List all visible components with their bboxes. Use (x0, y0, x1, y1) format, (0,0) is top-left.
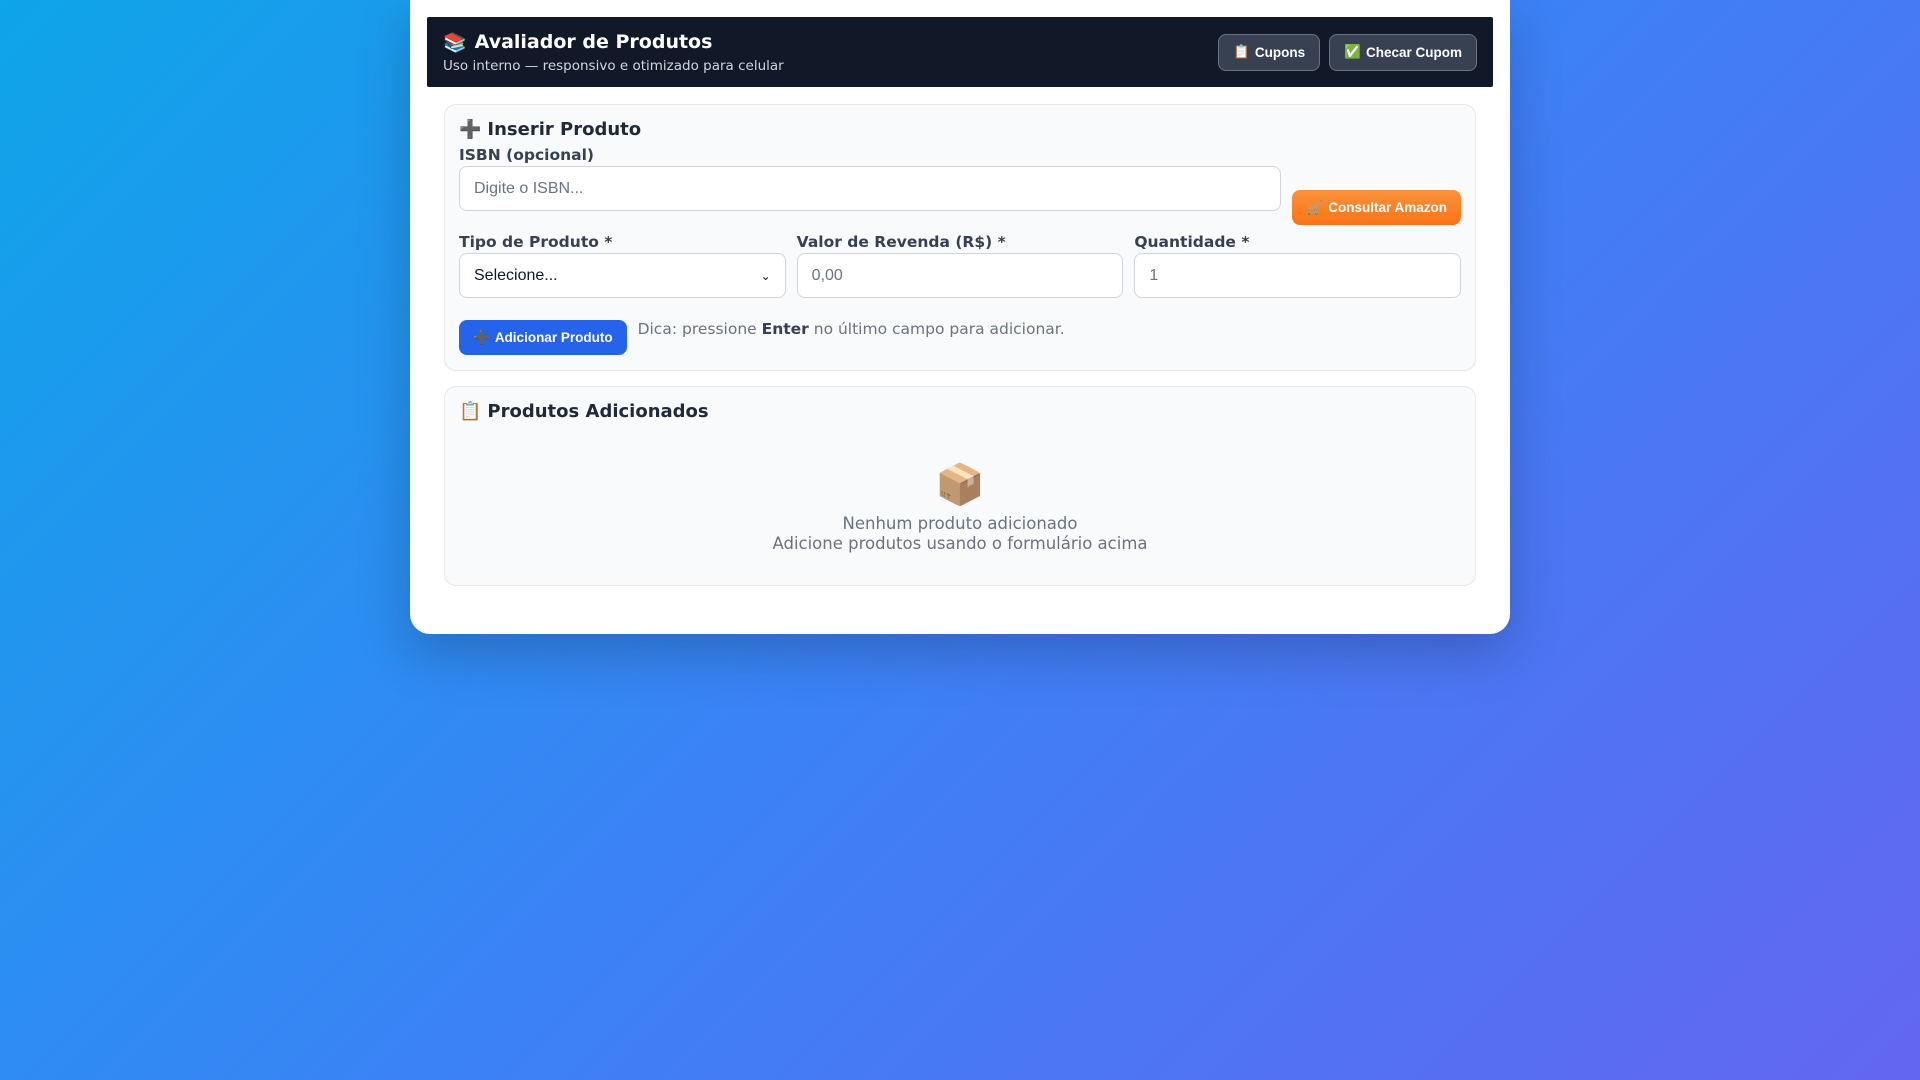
resale-value-input[interactable] (796, 253, 1124, 298)
plus-icon: ➕ (473, 329, 490, 345)
empty-state-title: Nenhum produto adicionado (842, 514, 1078, 533)
app-title-text: Avaliador de Produtos (474, 31, 713, 53)
quantity-field-group: Quantidade * (1134, 233, 1462, 298)
product-type-select[interactable]: Selecione... ⌄ (459, 253, 786, 298)
resale-value-field-group: Valor de Revenda (R$) * (796, 233, 1124, 298)
consult-amazon-button[interactable]: 🛒 Consultar Amazon (1292, 190, 1461, 225)
add-product-button-label: Adicionar Produto (494, 330, 613, 345)
resale-value-label: Valor de Revenda (R$) * (796, 233, 1006, 251)
app-subtitle: Uso interno — responsivo e otimizado par… (443, 57, 784, 74)
isbn-label: ISBN (opcional) (459, 146, 594, 164)
check-mark-icon: ✅ (1344, 44, 1361, 59)
added-products-panel: 📋 Produtos Adicionados 📦 Nenhum produto … (444, 386, 1476, 586)
quantity-input[interactable] (1134, 253, 1462, 298)
app-title: 📚 Avaliador de Produtos (443, 31, 784, 54)
isbn-row: ISBN (opcional) 🛒 Consultar Amazon (459, 146, 1461, 225)
header-actions: 📋 Cupons ✅ Checar Cupom (1218, 33, 1477, 71)
isbn-input[interactable] (459, 166, 1282, 211)
package-icon: 📦 (935, 462, 985, 508)
hint-suffix: no último campo para adicionar. (808, 320, 1065, 338)
consult-amazon-button-label: Consultar Amazon (1328, 200, 1447, 215)
clipboard-icon: 📋 (459, 401, 482, 422)
added-products-title: 📋 Produtos Adicionados (459, 401, 1461, 422)
enter-hint: Dica: pressione Enter no último campo pa… (638, 320, 1065, 338)
coupons-button[interactable]: 📋 Cupons (1218, 33, 1321, 71)
add-actions-row: ➕ Adicionar Produto Dica: pressione Ente… (459, 320, 1461, 355)
product-type-selected: Selecione... (474, 266, 558, 284)
main-card: 📚 Avaliador de Produtos Uso interno — re… (410, 0, 1510, 634)
app-header: 📚 Avaliador de Produtos Uso interno — re… (427, 17, 1493, 87)
insert-product-title-text: Inserir Produto (487, 119, 642, 140)
product-type-label: Tipo de Produto * (459, 233, 613, 251)
shopping-cart-icon: 🛒 (1306, 199, 1324, 215)
quantity-label: Quantidade * (1134, 233, 1250, 251)
isbn-field-group: ISBN (opcional) (459, 146, 1282, 211)
check-coupon-button[interactable]: ✅ Checar Cupom (1329, 33, 1477, 71)
check-coupon-button-label: Checar Cupom (1365, 44, 1462, 60)
empty-state-description: Adicione produtos usando o formulário ac… (772, 534, 1148, 553)
chevron-down-icon: ⌄ (760, 268, 771, 283)
insert-product-title: ➕ Inserir Produto (459, 119, 1461, 140)
product-fields-row: Tipo de Produto * Selecione... ⌄ Valor d… (459, 233, 1462, 298)
books-icon: 📚 (443, 31, 467, 54)
hint-key: Enter (761, 320, 809, 338)
clipboard-icon: 📋 (1233, 44, 1250, 59)
coupons-button-label: Cupons (1254, 44, 1306, 60)
insert-product-panel: ➕ Inserir Produto ISBN (opcional) 🛒 Cons… (444, 104, 1476, 371)
add-product-button[interactable]: ➕ Adicionar Produto (459, 320, 627, 355)
product-type-field-group: Tipo de Produto * Selecione... ⌄ (459, 233, 786, 298)
plus-icon: ➕ (459, 119, 482, 140)
added-products-title-text: Produtos Adicionados (487, 401, 709, 422)
empty-state: 📦 Nenhum produto adicionado Adicione pro… (459, 462, 1461, 554)
header-left: 📚 Avaliador de Produtos Uso interno — re… (443, 31, 784, 74)
hint-prefix: Dica: pressione (637, 320, 762, 338)
